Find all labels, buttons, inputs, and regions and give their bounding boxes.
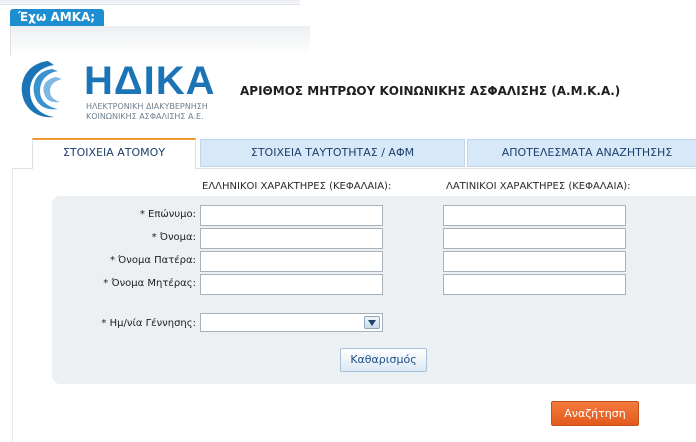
latin-column-header: ΛΑΤΙΝΙΚΟΙ ΧΑΡΑΚΤΗΡΕΣ (ΚΕΦΑΛΑΙΑ): [446, 181, 631, 192]
search-button[interactable]: Αναζήτηση [551, 401, 639, 426]
logo-subtitle-line-2: ΚΟΙΝΩΝΙΚΗΣ ΑΣΦΑΛΙΣΗΣ Α.Ε. [86, 112, 204, 121]
father-name-greek-input[interactable] [200, 251, 383, 272]
greek-column-header: ΕΛΛΗΝΙΚΟΙ ΧΑΡΑΚΤΗΡΕΣ (ΚΕΦΑΛΑΙΑ): [202, 181, 392, 192]
banner-card-shadow [10, 26, 310, 56]
logo-subtitle-line-1: ΗΛΕΚΤΡΟΝΙΚΗ ΔΙΑΚΥΒΕΡΝΗΣΗ [86, 102, 208, 111]
logo-wordmark: ΗΔΙΚΑ [84, 59, 216, 103]
content-left-border [12, 168, 13, 442]
surname-label: * Επώνυμο: [139, 209, 196, 220]
birthdate-dropdown-button[interactable] [364, 316, 380, 329]
tab-id-tax-details[interactable]: ΣΤΟΙΧΕΙΑ ΤΑΥΤΟΤΗΤΑΣ / ΑΦΜ [200, 139, 465, 167]
father-name-latin-input[interactable] [443, 251, 626, 272]
banner-card-edge [10, 26, 11, 56]
page-title: ΑΡΙΘΜΟΣ ΜΗΤΡΩΟΥ ΚΟΙΝΩΝΙΚΗΣ ΑΣΦΑΛΙΣΗΣ (Α.… [240, 84, 621, 98]
mother-name-latin-input[interactable] [443, 274, 626, 295]
idika-logo: ΗΔΙΚΑ ΗΛΕΚΤΡΟΝΙΚΗ ΔΙΑΚΥΒΕΡΝΗΣΗ ΚΟΙΝΩΝΙΚΗ… [18, 55, 228, 123]
father-name-label: * Όνομα Πατέρα: [110, 255, 196, 266]
tab-search-results[interactable]: ΑΠΟΤΕΛΕΣΜΑΤΑ ΑΝΑΖΗΤΗΣΗΣ [467, 139, 696, 167]
first-name-greek-input[interactable] [200, 228, 383, 249]
top-divider [0, 4, 300, 5]
chevron-down-icon [368, 320, 376, 326]
idika-swirl-icon [21, 61, 62, 118]
have-amka-tab[interactable]: Έχω ΑΜΚΑ; [10, 9, 104, 26]
birthdate-select[interactable] [200, 313, 383, 332]
surname-greek-input[interactable] [200, 205, 383, 226]
tab-person-details[interactable]: ΣΤΟΙΧΕΙΑ ΑΤΟΜΟΥ [32, 138, 196, 169]
first-name-latin-input[interactable] [443, 228, 626, 249]
mother-name-label: * Όνομα Μητέρας: [103, 278, 196, 289]
first-name-label: * Όνομα: [151, 232, 196, 243]
surname-latin-input[interactable] [443, 205, 626, 226]
clear-button[interactable]: Καθαρισμός [340, 348, 427, 372]
mother-name-greek-input[interactable] [200, 274, 383, 295]
birthdate-label: * Ημ/νία Γέννησης: [101, 318, 196, 329]
